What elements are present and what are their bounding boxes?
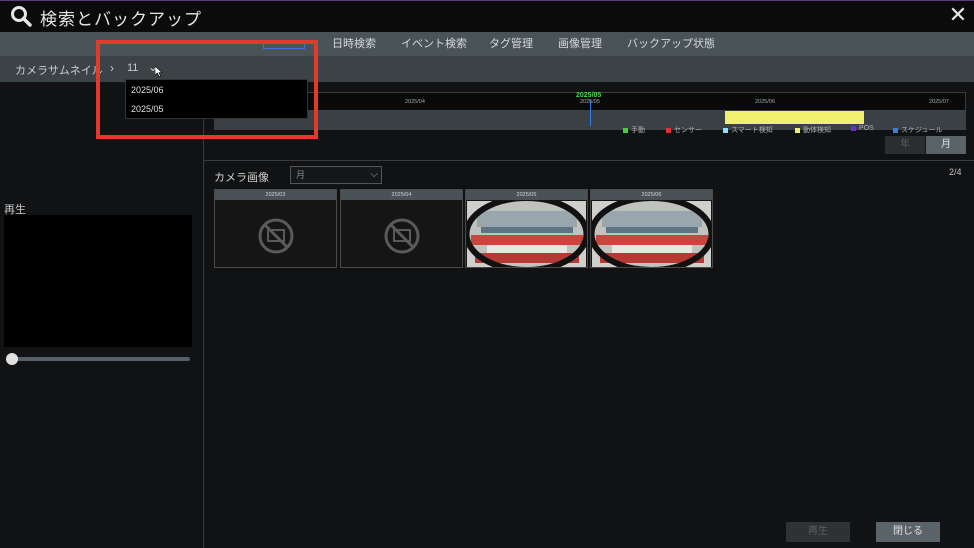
- store-camera-image: [467, 201, 586, 267]
- tab-event-search[interactable]: イベント検索: [401, 32, 467, 56]
- timeline-tick: 2025/04: [405, 99, 425, 105]
- legend-swatch: [623, 127, 628, 133]
- tab-time-search[interactable]: 日時検索: [332, 32, 376, 56]
- legend-swatch: [795, 127, 800, 133]
- playback-preview: [4, 215, 192, 347]
- period-select[interactable]: 月 ⌵: [290, 166, 382, 184]
- legend-label: 手動: [631, 127, 645, 134]
- close-button[interactable]: 閉じる: [876, 522, 940, 542]
- legend-label: スケジュール: [901, 127, 943, 134]
- play-button[interactable]: 再生: [786, 522, 850, 542]
- legend-swatch: [723, 127, 728, 133]
- legend-pos: POS: [851, 125, 874, 132]
- playback-slider-track[interactable]: [10, 357, 190, 361]
- search-icon: [11, 6, 32, 27]
- thumbnail-card[interactable]: 2025/06: [590, 189, 713, 268]
- thumbnail-card[interactable]: 2025/03: [214, 189, 337, 268]
- thumbnail-card[interactable]: 2025/05: [465, 189, 588, 268]
- thumbnail-date: 2025/03: [215, 190, 336, 200]
- legend-schedule: スケジュール: [893, 125, 943, 135]
- close-icon[interactable]: ✕: [946, 2, 970, 28]
- page-indicator: 2/4: [949, 167, 962, 177]
- thumbnail-date: 2025/06: [591, 190, 712, 200]
- legend-swatch: [893, 127, 898, 133]
- legend-swatch: [851, 125, 856, 131]
- legend-motion: 動体検知: [795, 125, 831, 135]
- playback-slider-knob[interactable]: [6, 353, 18, 365]
- legend-label: スマート検知: [731, 127, 773, 134]
- tab-image-management[interactable]: 画像管理: [558, 32, 602, 56]
- no-image-icon: [258, 218, 294, 254]
- window-title: 検索とバックアップ: [40, 10, 202, 29]
- legend-label: 動体検知: [803, 127, 831, 134]
- tab-tag-management[interactable]: タグ管理: [489, 32, 533, 56]
- view-month-button[interactable]: 月: [926, 136, 966, 154]
- annotation-highlight-box: [96, 40, 318, 139]
- view-year-button[interactable]: 年: [885, 136, 925, 154]
- camera-images-label: カメラ画像: [214, 172, 269, 184]
- legend-manual: 手動: [623, 125, 645, 135]
- chevron-down-icon: ⌵: [370, 169, 378, 180]
- timeline-tick: 2025/05: [580, 99, 600, 105]
- divider: [204, 160, 974, 161]
- legend-label: POS: [859, 125, 874, 132]
- thumbnail-card[interactable]: 2025/04: [340, 189, 463, 268]
- mouse-pointer-icon: [155, 66, 163, 77]
- legend-smart: スマート検知: [723, 125, 773, 135]
- legend-label: センサー: [674, 127, 702, 134]
- tab-backup-status[interactable]: バックアップ状態: [627, 32, 715, 56]
- thumbnail-date: 2025/04: [341, 190, 462, 200]
- no-image-icon: [384, 218, 420, 254]
- breadcrumb-camera-thumbnail[interactable]: カメラサムネイル: [15, 62, 103, 78]
- period-select-value: 月: [296, 170, 306, 180]
- store-camera-image: [592, 201, 711, 267]
- timeline-current-label: 2025/05: [576, 92, 602, 99]
- timeline-tick: 2025/07: [929, 99, 949, 105]
- thumbnail-date: 2025/05: [466, 190, 587, 200]
- legend-sensor: センサー: [666, 125, 702, 135]
- timeline-tick: 2025/06: [755, 99, 775, 105]
- motion-record-bar: [725, 111, 864, 124]
- legend-swatch: [666, 127, 671, 133]
